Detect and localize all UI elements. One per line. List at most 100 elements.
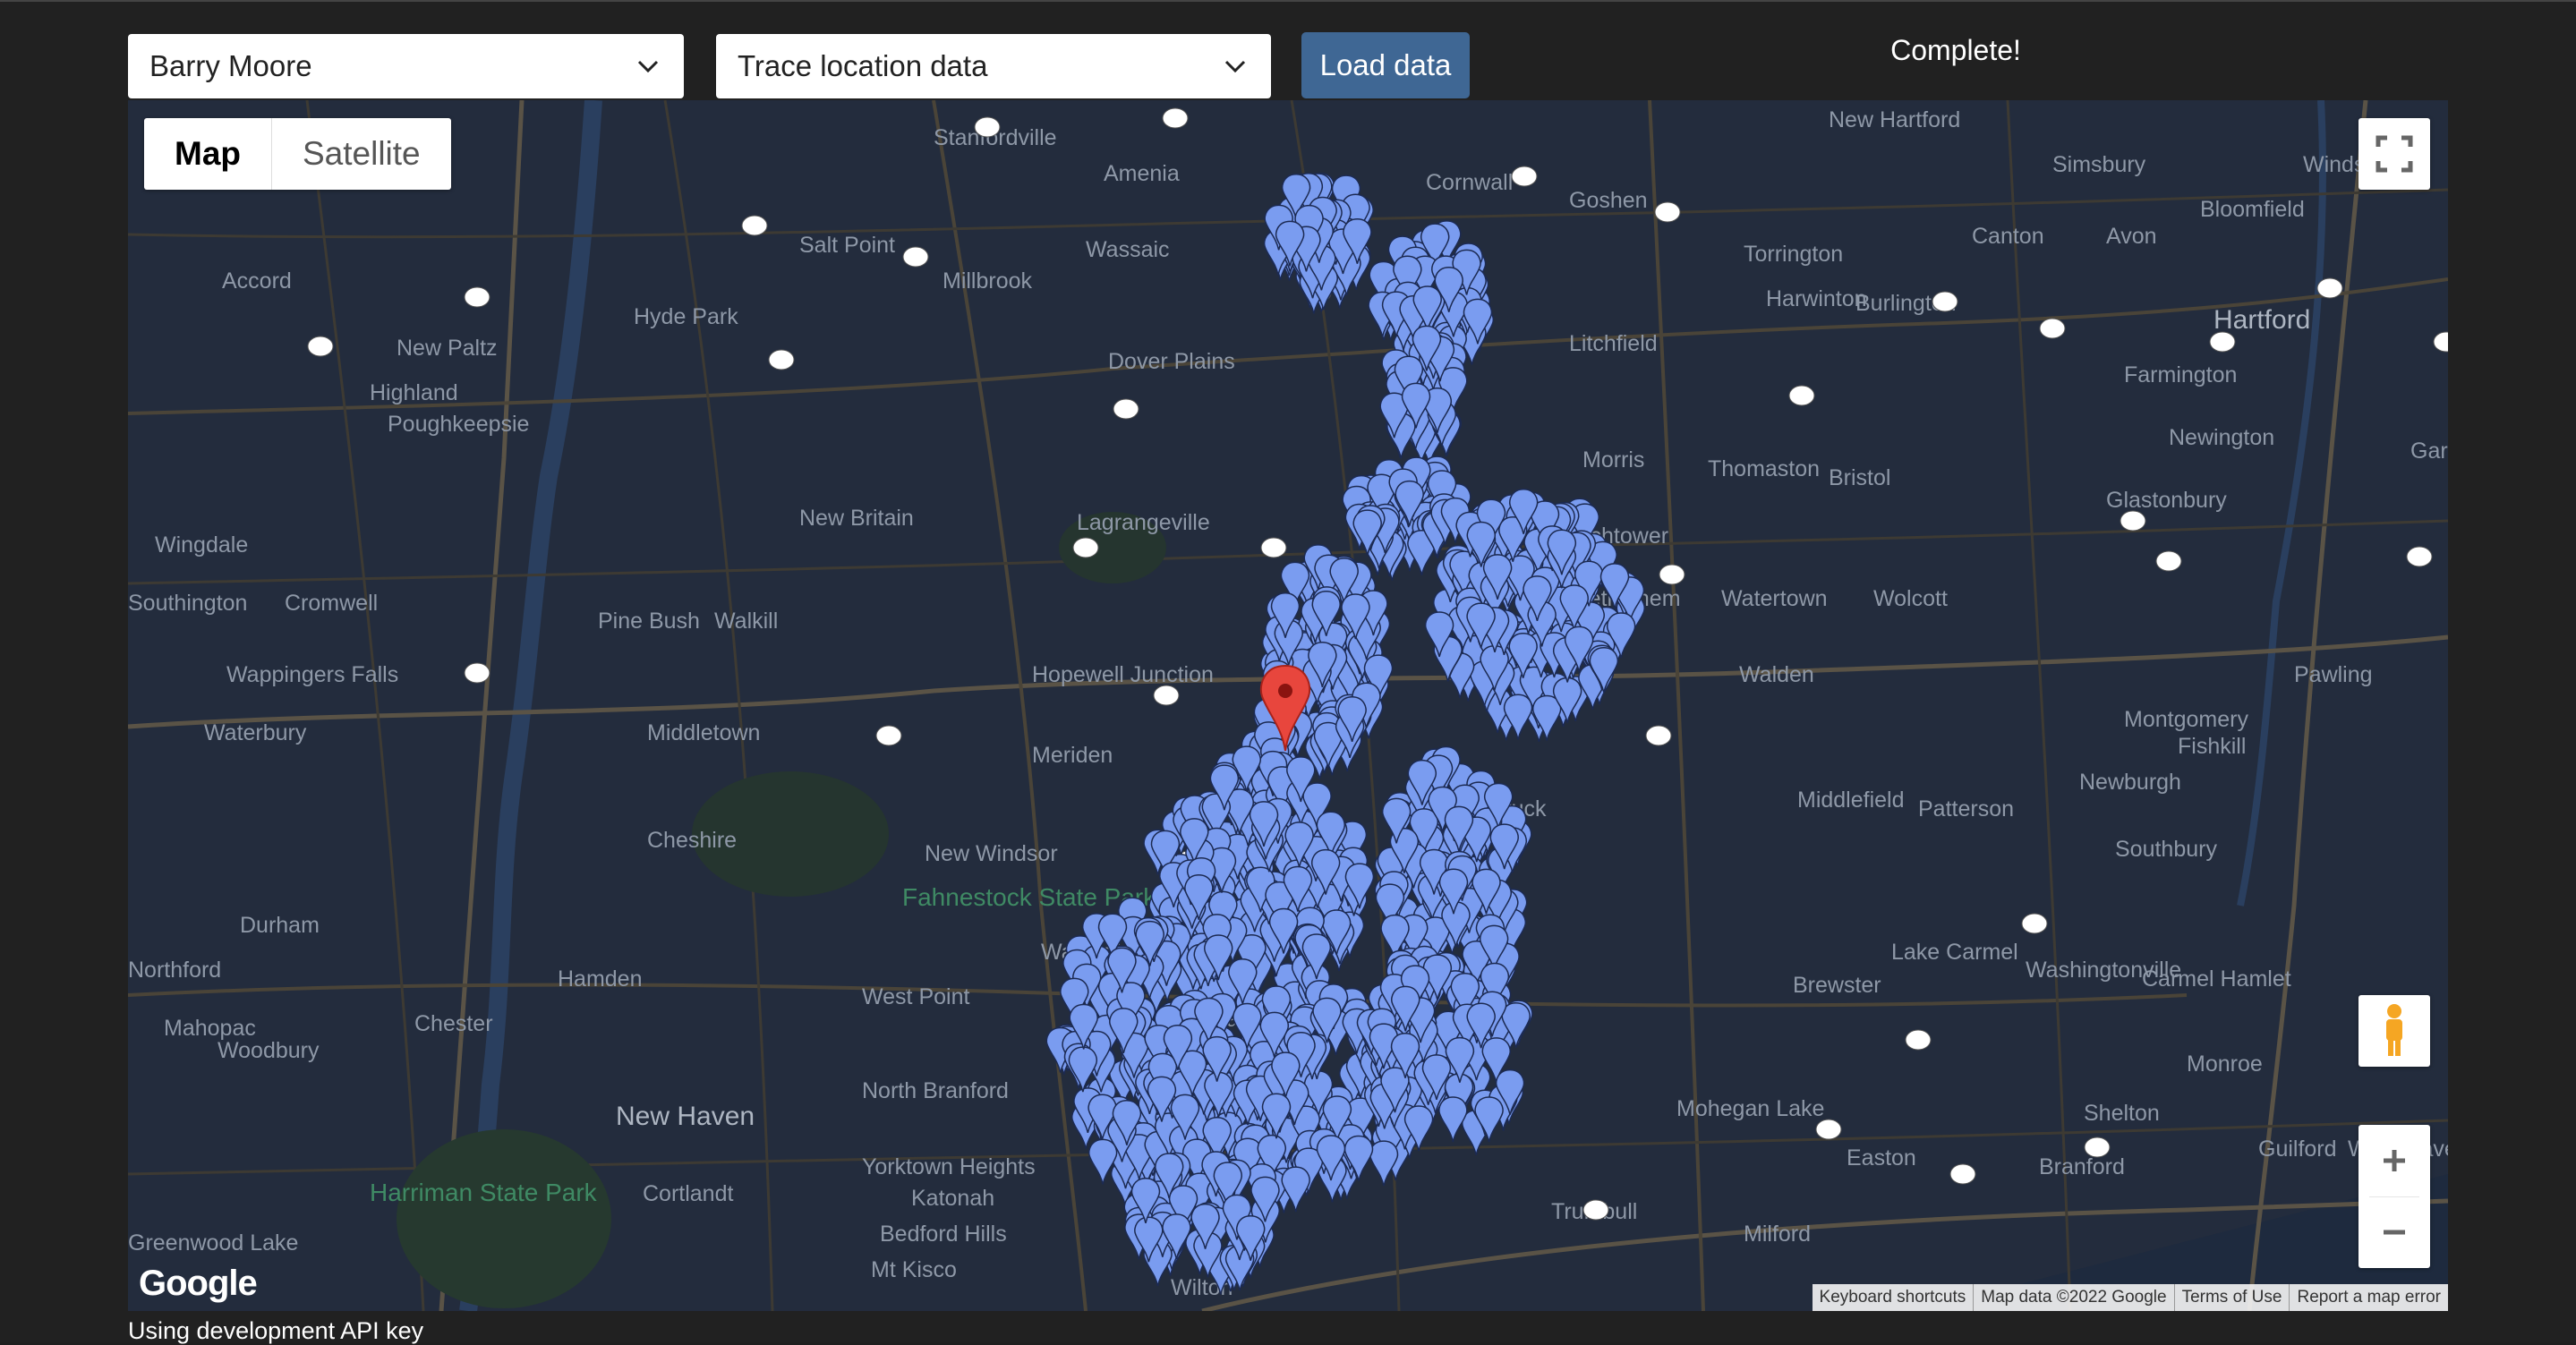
zoom-out-button[interactable] bbox=[2358, 1196, 2430, 1268]
route-shield-icon bbox=[875, 725, 902, 746]
route-shield-icon bbox=[1905, 1029, 1932, 1051]
route-shield-icon bbox=[2155, 550, 2182, 572]
place-label: Carmel Hamlet bbox=[2142, 966, 2291, 992]
place-label: New Windsor bbox=[925, 841, 1058, 866]
place-label: New Britain bbox=[799, 506, 914, 531]
place-label: Wassaic bbox=[1086, 237, 1170, 262]
place-label: Accord bbox=[222, 268, 292, 294]
place-label: Brewster bbox=[1793, 973, 1881, 998]
mode-select-value: Trace location data bbox=[738, 49, 988, 82]
place-label: Litchfield bbox=[1569, 331, 1658, 356]
route-shield-icon bbox=[2433, 331, 2448, 353]
place-label: Cortlandt bbox=[643, 1181, 733, 1206]
place-label: Guilford bbox=[2258, 1136, 2337, 1162]
place-label: Yorktown Heights bbox=[862, 1154, 1036, 1179]
map-attribution: Keyboard shortcuts Map data ©2022 Google… bbox=[1812, 1284, 2448, 1311]
route-shield-icon bbox=[1654, 201, 1681, 223]
place-label: Pine Bush bbox=[598, 609, 700, 634]
place-label: New Hartford bbox=[1829, 107, 1960, 132]
place-label: Greenwood Lake bbox=[128, 1230, 298, 1256]
place-label: Watertown bbox=[1721, 586, 1828, 611]
place-label: Pawling bbox=[2294, 662, 2373, 687]
place-label: Waterbury bbox=[204, 720, 307, 745]
place-label: Southbury bbox=[2115, 837, 2217, 862]
keyboard-shortcuts-link[interactable]: Keyboard shortcuts bbox=[1813, 1284, 1974, 1311]
place-label: Middlefield bbox=[1797, 787, 1905, 813]
map-type-satellite-button[interactable]: Satellite bbox=[272, 118, 451, 190]
place-label: Durham bbox=[240, 913, 320, 938]
route-shield-icon bbox=[1949, 1163, 1976, 1185]
place-label: Wolcott bbox=[1873, 586, 1948, 611]
status-text: Complete! bbox=[1890, 34, 2021, 66]
place-label: Farmington bbox=[2124, 362, 2237, 387]
chevron-down-icon bbox=[637, 60, 659, 73]
place-label: Lake Carmel bbox=[1891, 940, 2018, 965]
pegman-icon bbox=[2386, 1004, 2402, 1056]
place-label: Cornwall bbox=[1426, 170, 1513, 195]
place-label: Northford bbox=[128, 958, 221, 983]
route-shield-icon bbox=[1113, 398, 1139, 420]
place-label: Cromwell bbox=[285, 591, 378, 616]
route-shield-icon bbox=[2021, 913, 2048, 934]
place-label: Mohegan Lake bbox=[1676, 1096, 1824, 1121]
place-label: Poughkeepsie bbox=[388, 412, 529, 437]
place-label: Middletown bbox=[647, 720, 760, 745]
place-label: Simsbury bbox=[2052, 152, 2146, 177]
report-map-error-link[interactable]: Report a map error bbox=[2289, 1284, 2448, 1311]
place-label: Walden bbox=[1739, 662, 1814, 687]
route-shield-icon bbox=[464, 662, 490, 684]
route-shield-icon bbox=[1659, 564, 1685, 585]
route-shield-icon bbox=[768, 349, 795, 370]
place-label: Bedford Hills bbox=[880, 1222, 1007, 1247]
app-frame: Barry Moore Trace location data Load dat… bbox=[0, 0, 2576, 1344]
place-label: Hyde Park bbox=[634, 304, 738, 329]
place-label: Montgomery bbox=[2124, 707, 2248, 732]
place-label: Wappingers Falls bbox=[226, 662, 398, 687]
route-shield-icon bbox=[2039, 318, 2066, 339]
route-shield-icon bbox=[1072, 537, 1099, 558]
place-label: Harwinton bbox=[1766, 286, 1867, 311]
place-label: Glastonbury bbox=[2106, 488, 2227, 513]
route-shield-icon bbox=[1815, 1119, 1842, 1140]
place-label: Woodbury bbox=[218, 1038, 320, 1063]
place-label: Torrington bbox=[1744, 242, 1843, 267]
zoom-in-button[interactable] bbox=[2358, 1125, 2430, 1196]
place-label: Monroe bbox=[2187, 1051, 2263, 1077]
load-data-button[interactable]: Load data bbox=[1301, 32, 1470, 98]
place-label: Canton bbox=[1972, 224, 2044, 249]
place-label: Thomaston bbox=[1708, 456, 1820, 481]
place-label: Bloomfield bbox=[2200, 197, 2305, 222]
fullscreen-button[interactable] bbox=[2358, 118, 2430, 190]
place-label: Avon bbox=[2106, 224, 2157, 249]
route-shield-icon bbox=[1153, 685, 1180, 706]
place-label: Harriman State Park bbox=[370, 1179, 598, 1206]
map-canvas[interactable]: Stanfordville Amenia Cornwall Goshen New Har… bbox=[128, 100, 2448, 1311]
place-label: Cheshire bbox=[647, 828, 737, 853]
place-label: Shelton bbox=[2084, 1101, 2160, 1126]
place-label: Salt Point bbox=[799, 233, 895, 258]
mode-select[interactable]: Trace location data bbox=[716, 34, 1271, 98]
place-label: Southington bbox=[128, 591, 247, 616]
terms-of-use-link[interactable]: Terms of Use bbox=[2173, 1284, 2290, 1311]
map-type-map-button[interactable]: Map bbox=[144, 118, 272, 190]
place-label: Wingdale bbox=[155, 532, 248, 558]
place-label: Lagrangeville bbox=[1077, 510, 1210, 535]
fullscreen-icon bbox=[2376, 135, 2413, 173]
map-base: StanfordvilleAmenia CornwallGoshenNew Har… bbox=[128, 100, 2448, 1311]
route-shield-icon bbox=[1645, 725, 1672, 746]
place-label: West Point bbox=[862, 984, 969, 1009]
place-label: Katonah bbox=[911, 1186, 994, 1211]
place-label: Hamden bbox=[558, 966, 643, 992]
place-label: Milford bbox=[1744, 1222, 1811, 1247]
location-marker[interactable] bbox=[1438, 1096, 1468, 1143]
place-label: Patterson bbox=[1918, 796, 2014, 821]
place-label: Mt Kisco bbox=[871, 1257, 957, 1282]
place-label: Bristol bbox=[1829, 465, 1890, 490]
place-label: Hartford bbox=[2213, 305, 2310, 335]
street-view-pegman-button[interactable] bbox=[2358, 995, 2430, 1067]
place-label: Newburgh bbox=[2079, 770, 2181, 795]
user-select[interactable]: Barry Moore bbox=[128, 34, 684, 98]
route-shield-icon bbox=[2084, 1136, 2111, 1158]
route-shield-icon bbox=[1932, 291, 1958, 312]
place-label: Goshen bbox=[1569, 188, 1648, 213]
